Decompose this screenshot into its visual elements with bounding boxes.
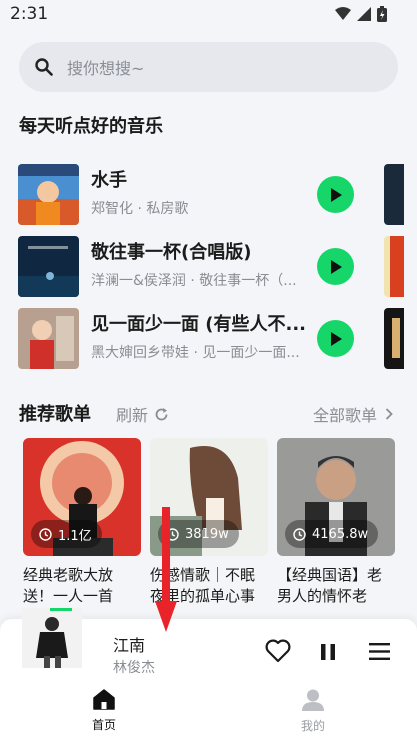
song-row[interactable]: 敬往事一杯(合唱版) 洋澜一&侯泽润 · 敬往事一杯（... [18,236,417,298]
song-cover [18,236,79,297]
play-icon [330,187,342,202]
all-playlists-label: 全部歌单 [312,406,377,425]
play-count: 4165.8w [312,526,369,542]
song-row[interactable]: 水手 郑智化 · 私房歌 [18,164,417,226]
playlist-name: 【经典国语】老男人的情怀老男... [277,566,383,605]
annotation-arrow [155,507,177,632]
playlist-cover: 1.1亿 [23,438,141,556]
playlist-menu-icon[interactable] [369,643,390,660]
song-title: 敬往事一杯(合唱版) [91,242,252,263]
playlist-name: 经典老歌大放送！一人一首代... [23,566,114,605]
clock-icon [39,527,52,541]
play-button[interactable] [317,176,354,213]
all-playlists-link[interactable]: 全部歌单 [313,402,393,426]
song-title: 见一面少一面 (有些人不... [91,314,307,335]
status-icons [335,6,387,22]
play-count-badge: 1.1亿 [31,520,102,548]
now-playing-artist: 林俊杰 [113,660,155,676]
wifi-icon [335,7,351,20]
playlist-card[interactable]: 4165.8w 【经典国语】老男人的情怀老男... [277,438,395,607]
song-subtitle: 洋澜一&侯泽润 · 敬往事一杯（... [91,273,297,289]
song-subtitle: 郑智化 · 私房歌 [91,201,189,217]
daily-section-title: 每天听点好的音乐 [19,116,163,137]
song-cover [18,164,79,225]
clock-icon [293,527,306,541]
signal-icon [357,7,371,21]
next-card-peek[interactable] [384,308,404,369]
now-playing-cover [22,608,82,668]
search-icon [35,58,53,76]
pause-icon[interactable] [321,644,335,660]
refresh-button[interactable]: 刷新 [116,402,169,426]
song-title: 水手 [91,170,127,191]
tab-home-label: 首页 [91,718,116,732]
playlist-section-header: 推荐歌单 刷新 全部歌单 [0,396,417,428]
playlist-card[interactable]: 1.1亿 经典老歌大放送！一人一首代... [23,438,141,607]
play-count: 3819w [185,526,229,542]
play-icon [330,259,342,274]
bottom-tab-bar: 首页 我的 [0,683,417,741]
song-cover [18,308,79,369]
refresh-label: 刷新 [116,406,149,425]
heart-icon[interactable] [265,639,291,663]
tab-mine[interactable]: 我的 [283,689,343,734]
song-subtitle: 黑大婶回乡带娃 · 见一面少一面... [91,345,300,361]
play-count: 1.1亿 [58,528,92,544]
play-button[interactable] [317,320,354,357]
home-icon [93,689,115,710]
status-bar: 2:31 [0,0,417,30]
play-count-badge: 4165.8w [285,520,379,548]
now-playing-title: 江南 [113,636,146,655]
chevron-right-icon [385,408,393,420]
battery-icon [377,6,387,22]
search-placeholder: 搜你想搜~ [67,59,145,78]
refresh-icon [155,407,168,420]
user-icon [302,689,324,711]
next-card-peek[interactable] [384,164,404,225]
status-time: 2:31 [10,4,49,24]
next-card-peek[interactable] [384,236,404,297]
tab-mine-label: 我的 [300,719,325,733]
play-button[interactable] [317,248,354,285]
song-row[interactable]: 见一面少一面 (有些人不... 黑大婶回乡带娃 · 见一面少一面... [18,308,417,370]
playlist-cover: 4165.8w [277,438,395,556]
tab-home[interactable]: 首页 [74,689,134,733]
play-icon [330,331,342,346]
playlist-section-title: 推荐歌单 [19,404,91,425]
mini-player[interactable]: 江南 林俊杰 [0,608,417,683]
search-bar[interactable]: 搜你想搜~ [19,42,398,92]
